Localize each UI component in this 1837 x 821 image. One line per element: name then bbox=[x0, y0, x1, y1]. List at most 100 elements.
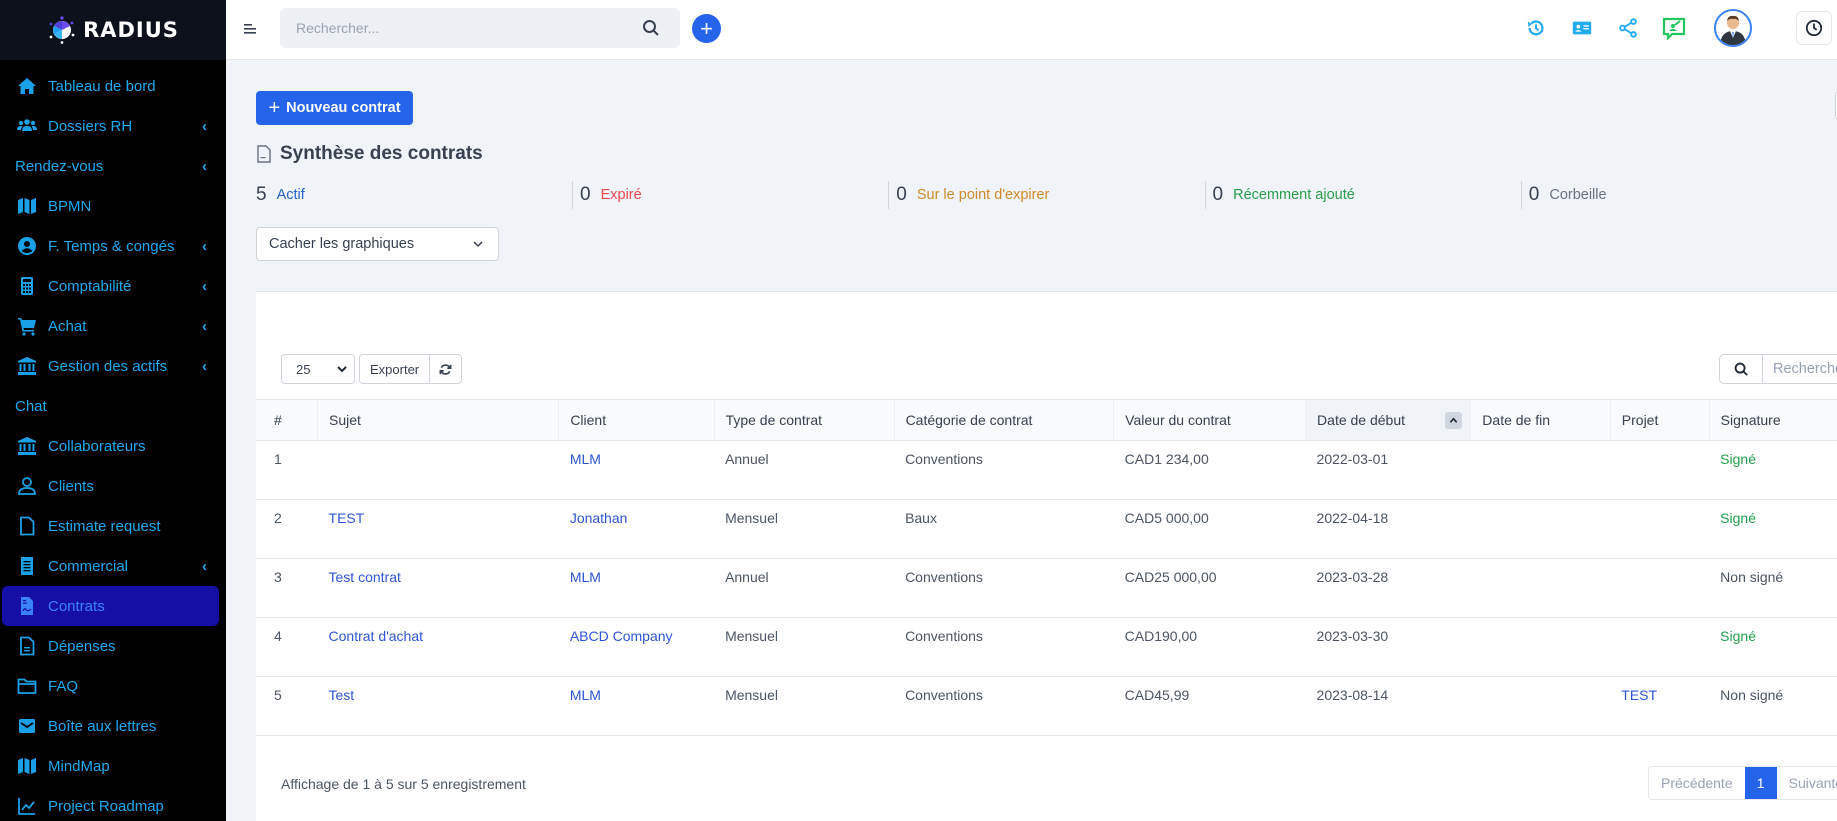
column-header-client[interactable]: Client bbox=[558, 399, 715, 441]
share-icon[interactable] bbox=[1616, 16, 1640, 40]
cell-client: MLM bbox=[558, 440, 715, 500]
table-search-input[interactable] bbox=[1763, 355, 1837, 383]
sidebar-item-tableau-de-bord[interactable]: Tableau de bord bbox=[2, 66, 219, 106]
subject-link[interactable]: Test bbox=[329, 687, 355, 703]
refresh-button[interactable] bbox=[429, 355, 461, 383]
subject-link[interactable]: TEST bbox=[329, 510, 365, 526]
charts-toggle-select[interactable]: Cacher les graphiques bbox=[256, 227, 499, 261]
global-search-input[interactable] bbox=[280, 8, 620, 48]
sidebar-item-mindmap[interactable]: MindMap bbox=[2, 746, 219, 786]
pagination-next[interactable]: Suivante bbox=[1777, 767, 1837, 799]
receipt-icon bbox=[16, 555, 38, 577]
column-header-signature[interactable]: Signature bbox=[1708, 399, 1837, 441]
sidebar-item-label: Estimate request bbox=[48, 517, 161, 535]
subject-link[interactable]: Test contrat bbox=[329, 569, 401, 585]
sidebar-item-comptabilite[interactable]: Comptabilité ‹ bbox=[2, 266, 219, 306]
stat-active[interactable]: 5 Actif bbox=[256, 181, 572, 209]
sidebar-nav: Tableau de bord Dossiers RH ‹ Rendez-vou… bbox=[0, 60, 226, 821]
column-header-projet[interactable]: Projet bbox=[1609, 399, 1710, 441]
folder-icon bbox=[16, 675, 38, 697]
stat-recent[interactable]: 0 Récemment ajouté bbox=[1204, 181, 1521, 209]
sidebar-item-bpmn[interactable]: BPMN bbox=[2, 186, 219, 226]
sidebar-item-commercial[interactable]: Commercial ‹ bbox=[2, 546, 219, 586]
stat-expired[interactable]: 0 Expiré bbox=[572, 181, 888, 209]
project-link[interactable]: TEST bbox=[1621, 687, 1657, 703]
new-contract-button[interactable]: + Nouveau contrat bbox=[256, 91, 413, 125]
sidebar-item-boite-aux-lettres[interactable]: Boîte aux lettres bbox=[2, 706, 219, 746]
sidebar-item-label: Chat bbox=[15, 397, 47, 415]
sidebar-item-clients[interactable]: Clients bbox=[2, 466, 219, 506]
sidebar-item-project-roadmap[interactable]: Project Roadmap bbox=[2, 786, 219, 821]
sidebar-item-achat[interactable]: Achat ‹ bbox=[2, 306, 219, 346]
sidebar-item-chat[interactable]: Chat bbox=[2, 386, 219, 426]
sidebar-item-faq[interactable]: FAQ bbox=[2, 666, 219, 706]
client-link[interactable]: MLM bbox=[570, 569, 601, 585]
stat-label: Actif bbox=[276, 187, 305, 203]
new-contract-label: Nouveau contrat bbox=[286, 100, 401, 116]
cell-value: CAD5 000,00 bbox=[1113, 499, 1306, 559]
page-size-select[interactable]: 25 bbox=[281, 354, 355, 384]
menu-toggle-icon[interactable] bbox=[242, 20, 258, 38]
client-link[interactable]: MLM bbox=[570, 687, 601, 703]
cell-project: TEST bbox=[1610, 676, 1710, 736]
cell-project bbox=[1610, 617, 1710, 677]
column-header-valeur[interactable]: Valeur du contrat bbox=[1113, 399, 1306, 441]
subject-link[interactable]: Contrat d'achat bbox=[329, 628, 424, 644]
user-avatar[interactable] bbox=[1714, 9, 1752, 47]
client-link[interactable]: Jonathan bbox=[570, 510, 628, 526]
cell-end-date bbox=[1470, 558, 1611, 618]
column-header-date-debut[interactable]: Date de début bbox=[1305, 399, 1471, 441]
pagination-previous[interactable]: Précédente bbox=[1649, 767, 1745, 799]
column-header-date-fin[interactable]: Date de fin bbox=[1470, 399, 1611, 441]
id-card-icon[interactable] bbox=[1570, 16, 1594, 40]
refresh-icon bbox=[439, 363, 452, 375]
sidebar-item-rendez-vous[interactable]: Rendez-vous ‹ bbox=[2, 146, 219, 186]
presentation-icon[interactable] bbox=[1662, 16, 1686, 40]
sidebar-item-contrats[interactable]: Contrats bbox=[2, 586, 219, 626]
sidebar-item-temps-conges[interactable]: F. Temps & congés ‹ bbox=[2, 226, 219, 266]
quick-add-button[interactable]: + bbox=[692, 14, 721, 43]
sidebar-item-label: Clients bbox=[48, 477, 94, 495]
cell-value: CAD25 000,00 bbox=[1113, 558, 1306, 618]
sidebar-item-label: Achat bbox=[48, 317, 87, 335]
stat-label: Corbeille bbox=[1549, 187, 1607, 203]
sidebar-item-depenses[interactable]: Dépenses bbox=[2, 626, 219, 666]
mail-icon bbox=[16, 715, 38, 737]
stat-count: 0 bbox=[1528, 184, 1540, 205]
chevron-left-icon: ‹ bbox=[202, 278, 207, 295]
table-search-button[interactable] bbox=[1720, 355, 1763, 383]
contracts-table-card: 25 Exporter # Sujet Client bbox=[256, 291, 1837, 821]
sidebar-item-dossiers-rh[interactable]: Dossiers RH ‹ bbox=[2, 106, 219, 146]
sidebar-item-label: Collaborateurs bbox=[48, 437, 146, 455]
brand[interactable]: RADIUS bbox=[0, 0, 226, 60]
cell-value: CAD190,00 bbox=[1113, 617, 1306, 677]
sidebar-item-label: Dépenses bbox=[48, 637, 116, 655]
cell-start-date: 2023-08-14 bbox=[1305, 676, 1471, 736]
export-button[interactable]: Exporter bbox=[360, 355, 429, 383]
cell-num: 2 bbox=[256, 499, 318, 559]
sidebar-item-label: BPMN bbox=[48, 197, 92, 215]
client-link[interactable]: ABCD Company bbox=[570, 628, 673, 644]
sidebar-item-collaborateurs[interactable]: Collaborateurs bbox=[2, 426, 219, 466]
stat-trash[interactable]: 0 Corbeille bbox=[1520, 181, 1837, 209]
clock-button[interactable] bbox=[1796, 11, 1832, 45]
column-header-type[interactable]: Type de contrat bbox=[713, 399, 895, 441]
cell-end-date bbox=[1470, 617, 1611, 677]
column-header-num[interactable]: # bbox=[256, 399, 318, 441]
main-content: + Nouveau contrat Synthèse des contrats … bbox=[226, 61, 1837, 821]
cart-icon bbox=[16, 315, 38, 337]
history-icon[interactable] bbox=[1524, 16, 1548, 40]
column-header-categorie[interactable]: Catégorie de contrat bbox=[893, 399, 1114, 441]
stat-expiring[interactable]: 0 Sur le point d'expirer bbox=[888, 181, 1204, 209]
sort-ascending-icon[interactable] bbox=[1445, 412, 1463, 429]
cell-signature: Signé bbox=[1709, 617, 1837, 677]
stat-count: 0 bbox=[580, 184, 591, 205]
search-icon[interactable] bbox=[642, 19, 660, 37]
sidebar-item-estimate-request[interactable]: Estimate request bbox=[2, 506, 219, 546]
cell-category: Baux bbox=[894, 499, 1114, 559]
sidebar-item-gestion-des-actifs[interactable]: Gestion des actifs ‹ bbox=[2, 346, 219, 386]
column-header-sujet[interactable]: Sujet bbox=[317, 399, 559, 441]
client-link[interactable]: MLM bbox=[570, 451, 601, 467]
pagination-page-current[interactable]: 1 bbox=[1744, 767, 1777, 799]
user-circle-icon bbox=[16, 235, 38, 257]
